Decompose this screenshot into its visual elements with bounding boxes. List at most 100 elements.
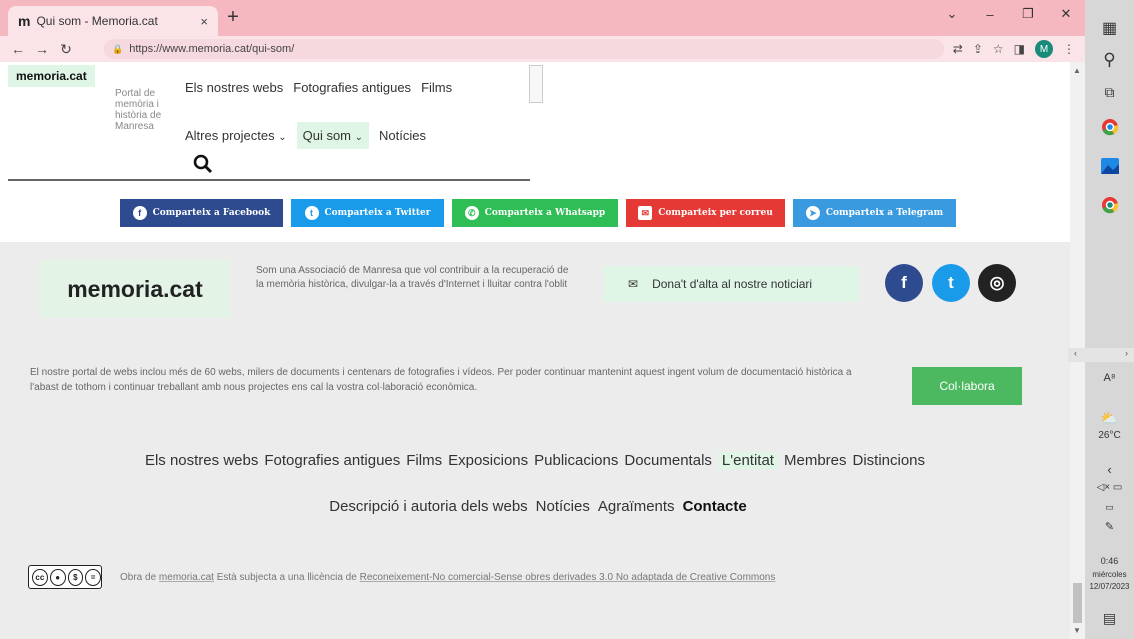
mail-icon: ✉ — [638, 206, 653, 220]
minimize-button[interactable]: – — [971, 0, 1009, 28]
footer-link-membres[interactable]: Membres — [784, 452, 847, 469]
footer-link-agraiments[interactable]: Agraïments — [598, 498, 675, 515]
windows-taskbar: ▦ ⚲ ⧉ A⁸ ⛅ 26°C ‹ ◁× ▭ ▭ ✎ 0:46 miércole… — [1085, 0, 1134, 639]
share-email-button[interactable]: ✉ Comparteix per correu — [626, 199, 785, 227]
clock-day[interactable]: miércoles — [1085, 570, 1134, 579]
translate-icon[interactable]: ⇄ — [953, 42, 963, 56]
footer-link-exposicions[interactable]: Exposicions — [448, 452, 528, 469]
profile-avatar[interactable]: M — [1035, 40, 1053, 58]
twitter-icon: t — [304, 206, 319, 220]
license-link[interactable]: Reconeixement-No comercial-Sense obres d… — [360, 572, 776, 583]
clock-date[interactable]: 12/07/2023 — [1085, 582, 1134, 591]
share-twitter-button[interactable]: t Comparteix a Twitter — [291, 199, 444, 227]
creative-commons-badge[interactable]: cc ● $ = — [28, 565, 102, 589]
forward-icon[interactable]: → — [30, 41, 54, 57]
tab-title: Qui som - Memoria.cat — [36, 14, 158, 28]
footer-nav-primary: Els nostres webs Fotografies antigues Fi… — [0, 452, 1070, 469]
scroll-down-icon[interactable]: ▼ — [1073, 626, 1081, 635]
task-view-icon[interactable]: ⧉ — [1085, 84, 1134, 101]
chrome-icon[interactable] — [1085, 118, 1134, 141]
license-prefix: Obra de — [120, 571, 157, 583]
nd-icon: = — [85, 568, 101, 586]
scrollbar-thumb[interactable] — [1073, 583, 1082, 623]
notifications-icon[interactable]: ▤ — [1085, 610, 1134, 627]
nav-item-altres-projectes[interactable]: Altres projectes ⌄ — [185, 128, 287, 143]
volume-icon[interactable]: ◁× ▭ — [1085, 482, 1134, 493]
chevron-down-icon: ⌄ — [354, 132, 364, 143]
license-site-link[interactable]: memoria.cat — [159, 572, 214, 583]
windows-start-icon[interactable]: ▦ — [1085, 18, 1134, 38]
footer-link-els-nostres-webs[interactable]: Els nostres webs — [145, 452, 258, 469]
twitter-icon[interactable]: t — [932, 264, 970, 302]
footer-link-documentals[interactable]: Documentals — [624, 452, 712, 469]
share-label: Comparteix a Whatsapp — [484, 208, 606, 218]
chevron-down-icon: ⌄ — [278, 132, 287, 143]
tab-search-icon[interactable]: ⌄ — [933, 0, 971, 28]
footer-nav-secondary: Descripció i autoria dels webs Notícies … — [0, 498, 1070, 515]
site-logo[interactable]: memoria.cat — [8, 65, 95, 87]
nav-item-els-nostres-webs[interactable]: Els nostres webs — [185, 80, 283, 95]
instagram-icon[interactable]: ◎ — [978, 264, 1016, 302]
mail-icon: ✉ — [628, 277, 639, 291]
share-label: Comparteix per correu — [658, 208, 773, 218]
address-bar[interactable]: 🔒 https://www.memoria.cat/qui-som/ — [104, 39, 944, 59]
collaborate-button[interactable]: Col·labora — [912, 367, 1022, 405]
license-mid: Està subjecta a una llicència de — [216, 571, 357, 583]
license-text: Obra de memoria.cat Està subjecta a una … — [120, 572, 775, 583]
back-icon[interactable]: ← — [6, 41, 30, 57]
search-icon[interactable] — [193, 154, 213, 179]
footer-link-contacte[interactable]: Contacte — [683, 498, 747, 515]
weather-icon[interactable]: ⛅ — [1085, 410, 1134, 427]
share-facebook-button[interactable]: f Comparteix a Facebook — [120, 199, 283, 227]
site-tagline: Portal de memòria i història de Manresa — [115, 88, 162, 132]
header-divider — [8, 179, 530, 181]
photos-icon[interactable] — [1085, 158, 1134, 179]
font-size-icon[interactable]: A⁸ — [1085, 372, 1134, 384]
scroll-left-icon[interactable]: ‹ — [1074, 348, 1077, 362]
pen-icon[interactable]: ✎ — [1085, 520, 1134, 533]
sidepanel-icon[interactable]: ◨ — [1014, 42, 1025, 56]
nav-label: Altres projectes — [185, 128, 275, 143]
footer-link-films[interactable]: Films — [406, 452, 442, 469]
footer-link-noticies[interactable]: Notícies — [536, 498, 590, 515]
cc-icon: cc — [32, 568, 48, 586]
clock-time[interactable]: 0:46 — [1085, 556, 1134, 566]
new-tab-button[interactable]: + — [222, 6, 244, 28]
footer-link-publicacions[interactable]: Publicacions — [534, 452, 618, 469]
facebook-icon[interactable]: f — [885, 264, 923, 302]
toolbar-actions: ⇄ ⇪ ☆ ◨ M ⋮ — [953, 39, 1085, 59]
whatsapp-icon: ✆ — [464, 206, 479, 220]
nav-scrollbar[interactable] — [529, 65, 543, 103]
footer-link-fotografies-antigues[interactable]: Fotografies antigues — [264, 452, 400, 469]
browser-tab[interactable]: m Qui som - Memoria.cat × — [8, 6, 218, 36]
support-text: El nostre portal de webs inclou més de 6… — [30, 367, 852, 393]
restore-button[interactable]: ❐ — [1009, 0, 1047, 28]
footer-link-distincions[interactable]: Distincions — [853, 452, 926, 469]
reload-icon[interactable]: ↻ — [54, 41, 78, 58]
tab-close-icon[interactable]: × — [200, 14, 208, 29]
license-section: cc ● $ = Obra de memoria.cat Està subjec… — [28, 565, 775, 589]
battery-icon[interactable]: ▭ — [1085, 502, 1134, 513]
footer-logo[interactable]: memoria.cat — [40, 260, 230, 318]
nav-item-films[interactable]: Films — [421, 80, 452, 95]
close-window-button[interactable]: ✕ — [1047, 0, 1085, 28]
page-viewport: memoria.cat Portal de memòria i història… — [0, 62, 1070, 639]
nav-item-fotografies-antigues[interactable]: Fotografies antigues — [293, 80, 411, 95]
search-icon[interactable]: ⚲ — [1085, 50, 1134, 70]
share-icon[interactable]: ⇪ — [973, 42, 983, 56]
chevron-up-icon[interactable]: ‹ — [1085, 462, 1134, 477]
nav-item-noticies[interactable]: Notícies — [379, 128, 426, 143]
share-telegram-button[interactable]: ➤ Comparteix a Telegram — [793, 199, 956, 227]
footer-link-lentitat[interactable]: L'entitat — [717, 452, 778, 469]
chrome-profile-icon[interactable] — [1085, 196, 1134, 219]
nav-item-qui-som[interactable]: Qui som ⌄ — [296, 122, 370, 149]
scroll-up-icon[interactable]: ▲ — [1073, 66, 1081, 75]
share-whatsapp-button[interactable]: ✆ Comparteix a Whatsapp — [452, 199, 618, 227]
footer-link-descripcio[interactable]: Descripció i autoria dels webs — [329, 498, 527, 515]
scroll-right-icon[interactable]: › — [1125, 348, 1128, 362]
bookmark-star-icon[interactable]: ☆ — [993, 42, 1004, 56]
footer-about: memoria.cat Som una Associació de Manres… — [0, 242, 1070, 342]
newsletter-signup-button[interactable]: ✉ Dona't d'alta al nostre noticiari — [604, 266, 859, 302]
taskbar-scroll-arrows: ‹ › — [1068, 348, 1134, 362]
menu-icon[interactable]: ⋮ — [1063, 42, 1075, 56]
